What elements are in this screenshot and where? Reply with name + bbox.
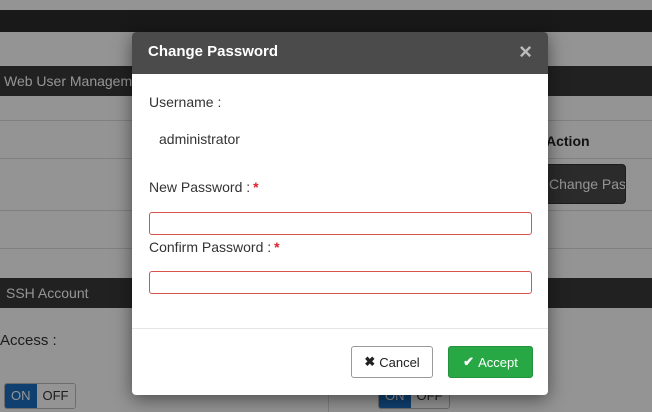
cancel-label: Cancel [379, 354, 420, 370]
change-password-dialog: Change Password × Username : administrat… [132, 32, 548, 395]
dialog-header: Change Password × [132, 32, 548, 74]
confirm-password-input[interactable] [149, 271, 532, 294]
confirm-password-label-row: Confirm Password : * [149, 239, 280, 255]
dialog-footer: ✖ Cancel ✔ Accept [132, 328, 548, 395]
dialog-title: Change Password [148, 43, 279, 60]
required-marker: * [274, 239, 280, 255]
new-password-label: New Password : [149, 179, 251, 195]
cancel-button[interactable]: ✖ Cancel [351, 346, 433, 378]
x-icon: ✖ [364, 354, 376, 369]
checkmark-icon: ✔ [463, 354, 475, 369]
close-icon[interactable]: × [519, 41, 532, 63]
accept-label: Accept [478, 354, 518, 370]
confirm-password-label: Confirm Password : [149, 239, 272, 255]
new-password-label-row: New Password : * [149, 179, 259, 195]
username-value: administrator [159, 131, 240, 147]
username-label: Username : [149, 94, 222, 110]
required-marker: * [253, 179, 259, 195]
accept-button[interactable]: ✔ Accept [448, 346, 533, 378]
new-password-input[interactable] [149, 212, 532, 235]
